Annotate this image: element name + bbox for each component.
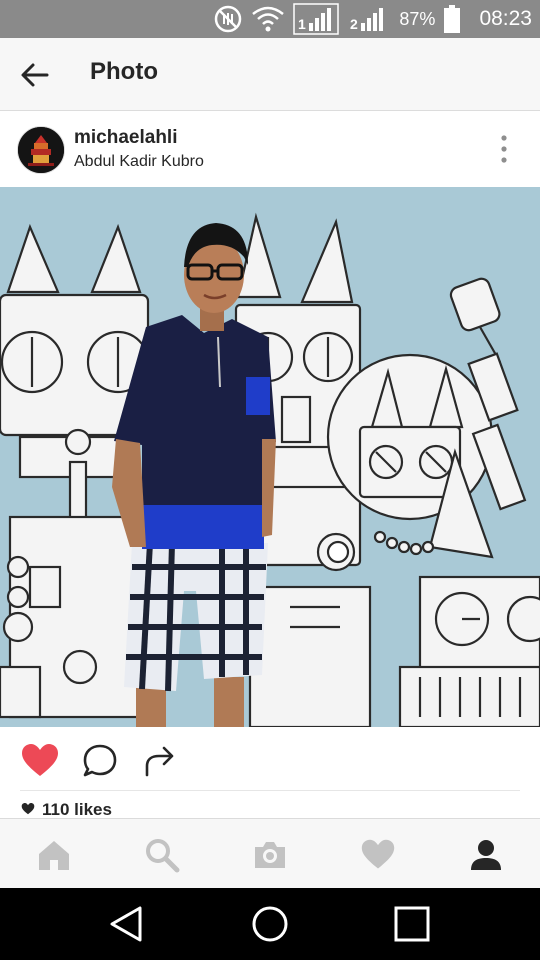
tab-search[interactable] bbox=[144, 837, 180, 873]
bottom-tab-bar bbox=[0, 818, 540, 889]
system-back-button[interactable] bbox=[106, 904, 146, 944]
tab-camera[interactable] bbox=[252, 837, 288, 873]
profile-icon bbox=[471, 840, 501, 870]
username[interactable]: michaelahli bbox=[74, 127, 178, 149]
search-icon bbox=[146, 839, 180, 873]
system-nav-bar bbox=[0, 888, 540, 960]
share-icon bbox=[145, 746, 174, 777]
activity-heart-icon bbox=[361, 839, 395, 869]
sim1-label: 1 bbox=[298, 16, 306, 32]
mute-icon bbox=[213, 4, 243, 34]
avatar[interactable] bbox=[17, 126, 65, 174]
tab-activity[interactable] bbox=[360, 837, 396, 873]
page-title: Photo bbox=[90, 58, 158, 85]
signal-sim2-icon: 2 bbox=[347, 3, 391, 35]
post-photo[interactable] bbox=[0, 187, 540, 727]
like-button[interactable] bbox=[20, 741, 60, 781]
sim2-label: 2 bbox=[350, 16, 358, 32]
recents-square-icon bbox=[394, 906, 430, 942]
camera-icon bbox=[255, 842, 285, 868]
back-button[interactable] bbox=[18, 58, 52, 92]
clock: 08:23 bbox=[479, 7, 532, 30]
comment-icon bbox=[83, 744, 117, 777]
photo-illustration bbox=[0, 187, 540, 727]
location[interactable]: Abdul Kadir Kubro bbox=[74, 153, 204, 171]
back-triangle-icon bbox=[110, 906, 142, 942]
heart-icon bbox=[22, 744, 58, 776]
post-header: michaelahli Abdul Kadir Kubro bbox=[0, 111, 540, 187]
battery-icon bbox=[443, 4, 461, 34]
arrow-left-icon bbox=[21, 63, 49, 87]
tab-home[interactable] bbox=[36, 837, 72, 873]
more-button[interactable] bbox=[496, 133, 512, 165]
signal-sim1-icon: 1 bbox=[293, 3, 340, 35]
likes-text: 110 likes bbox=[42, 800, 112, 819]
system-home-button[interactable] bbox=[250, 904, 290, 944]
share-button[interactable] bbox=[140, 741, 180, 781]
post-actions bbox=[0, 727, 540, 791]
home-icon bbox=[39, 841, 69, 870]
battery-percent: 87% bbox=[399, 8, 436, 29]
comment-button[interactable] bbox=[80, 741, 120, 781]
status-bar: 1 2 87% 08:23 bbox=[0, 0, 540, 38]
home-circle-icon bbox=[252, 906, 288, 942]
more-vertical-icon bbox=[501, 135, 507, 163]
tab-profile[interactable] bbox=[468, 837, 504, 873]
divider bbox=[20, 790, 520, 791]
app-bar: Photo bbox=[0, 38, 540, 111]
wifi-icon bbox=[251, 5, 285, 33]
system-recents-button[interactable] bbox=[392, 904, 432, 944]
